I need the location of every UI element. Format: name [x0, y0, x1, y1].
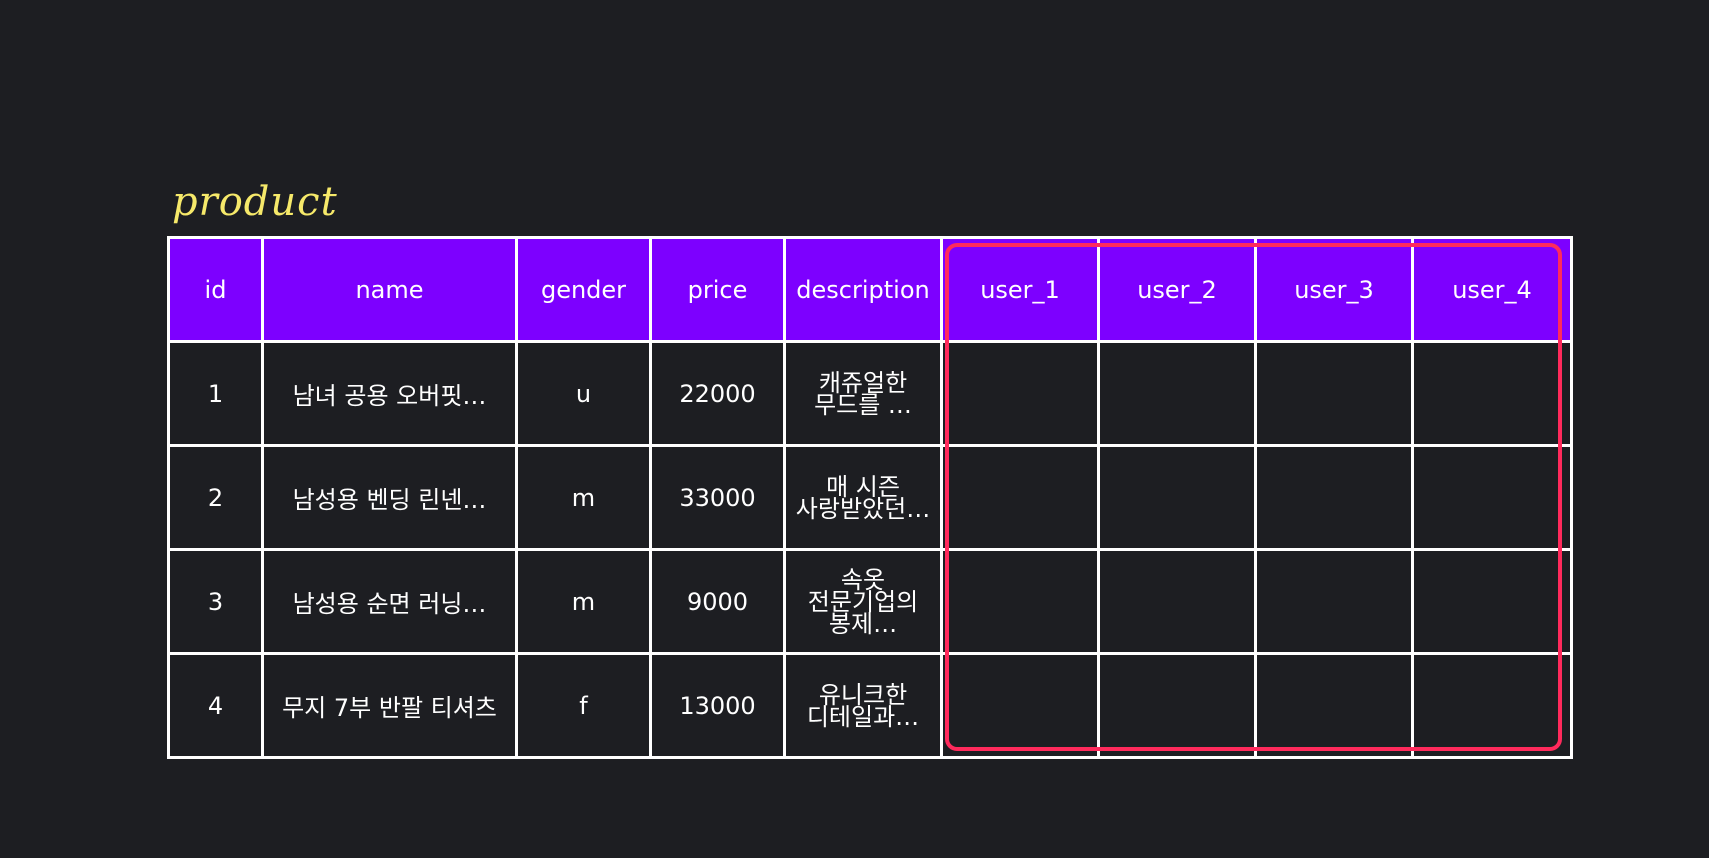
table-row: 1 남녀 공용 오버핏… u 22000 캐쥬얼한 무드를 …	[167, 340, 1573, 447]
cell-price: 22000	[649, 340, 786, 447]
cell-description: 속옷 전문기업의 봉제…	[783, 548, 943, 655]
cell-gender: m	[515, 444, 652, 551]
column-header-name: name	[261, 236, 518, 343]
column-header-user-4: user_4	[1411, 236, 1573, 343]
column-header-user-2: user_2	[1097, 236, 1257, 343]
cell-user-1	[940, 548, 1100, 655]
cell-name: 무지 7부 반팔 티셔츠	[261, 652, 518, 759]
cell-price: 9000	[649, 548, 786, 655]
column-header-price: price	[649, 236, 786, 343]
cell-user-3	[1254, 652, 1414, 759]
column-header-description: description	[783, 236, 943, 343]
cell-name: 남녀 공용 오버핏…	[261, 340, 518, 447]
cell-price: 33000	[649, 444, 786, 551]
cell-user-3	[1254, 548, 1414, 655]
cell-id: 1	[167, 340, 264, 447]
column-header-gender: gender	[515, 236, 652, 343]
cell-user-2	[1097, 444, 1257, 551]
cell-price: 13000	[649, 652, 786, 759]
cell-description: 유니크한 디테일과…	[783, 652, 943, 759]
table-title: product	[172, 179, 338, 225]
cell-gender: u	[515, 340, 652, 447]
cell-name: 남성용 순면 러닝…	[261, 548, 518, 655]
cell-user-2	[1097, 548, 1257, 655]
cell-user-4	[1411, 340, 1573, 447]
cell-description: 매 시즌 사랑받았던…	[783, 444, 943, 551]
cell-description: 캐쥬얼한 무드를 …	[783, 340, 943, 447]
cell-user-2	[1097, 652, 1257, 759]
cell-user-3	[1254, 444, 1414, 551]
table-row: 4 무지 7부 반팔 티셔츠 f 13000 유니크한 디테일과…	[167, 652, 1573, 759]
column-header-id: id	[167, 236, 264, 343]
cell-user-4	[1411, 652, 1573, 759]
cell-user-3	[1254, 340, 1414, 447]
table-row: 3 남성용 순면 러닝… m 9000 속옷 전문기업의 봉제…	[167, 548, 1573, 655]
column-header-user-1: user_1	[940, 236, 1100, 343]
cell-user-4	[1411, 444, 1573, 551]
cell-user-1	[940, 340, 1100, 447]
cell-user-1	[940, 652, 1100, 759]
cell-gender: f	[515, 652, 652, 759]
cell-user-4	[1411, 548, 1573, 655]
cell-name: 남성용 벤딩 린넨…	[261, 444, 518, 551]
cell-id: 4	[167, 652, 264, 759]
cell-id: 3	[167, 548, 264, 655]
cell-user-2	[1097, 340, 1257, 447]
cell-user-1	[940, 444, 1100, 551]
header-row: id name gender price description user_1 …	[167, 236, 1573, 343]
table-row: 2 남성용 벤딩 린넨… m 33000 매 시즌 사랑받았던…	[167, 444, 1573, 551]
cell-gender: m	[515, 548, 652, 655]
column-header-user-3: user_3	[1254, 236, 1414, 343]
cell-id: 2	[167, 444, 264, 551]
product-table: id name gender price description user_1 …	[167, 236, 1573, 759]
